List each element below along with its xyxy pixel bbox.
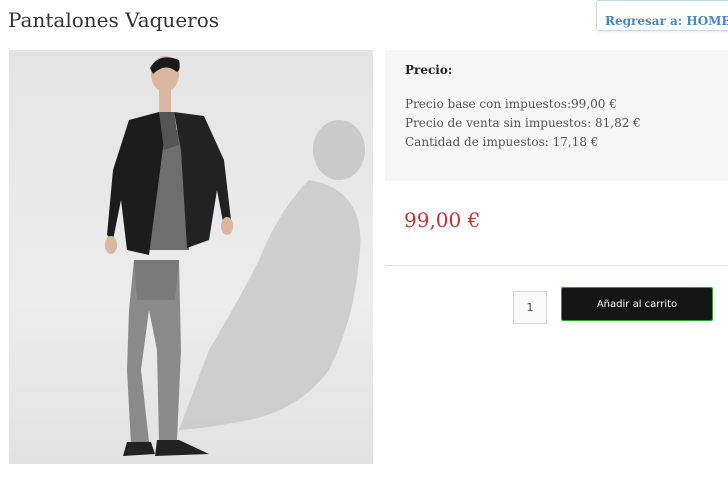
tax-amount: Cantidad de impuestos: 17,18 € bbox=[405, 135, 599, 149]
add-to-cart-button[interactable]: Añadir al carrito bbox=[561, 287, 713, 321]
price-details-panel: Precio: Precio base con impuestos:99,00 … bbox=[385, 50, 728, 181]
sale-price-without-tax: Precio de venta sin impuestos: 81,82 € bbox=[405, 116, 641, 130]
price-label: Precio: bbox=[405, 63, 453, 77]
back-to-category-button[interactable]: Regresar a: HOMBRE bbox=[596, 0, 728, 31]
quantity-input[interactable] bbox=[513, 291, 547, 324]
divider bbox=[385, 265, 728, 266]
base-price-with-tax: Precio base con impuestos:99,00 € bbox=[405, 97, 617, 111]
product-image bbox=[9, 50, 373, 464]
product-title: Pantalones Vaqueros bbox=[8, 8, 220, 32]
product-price: 99,00 € bbox=[404, 208, 481, 232]
